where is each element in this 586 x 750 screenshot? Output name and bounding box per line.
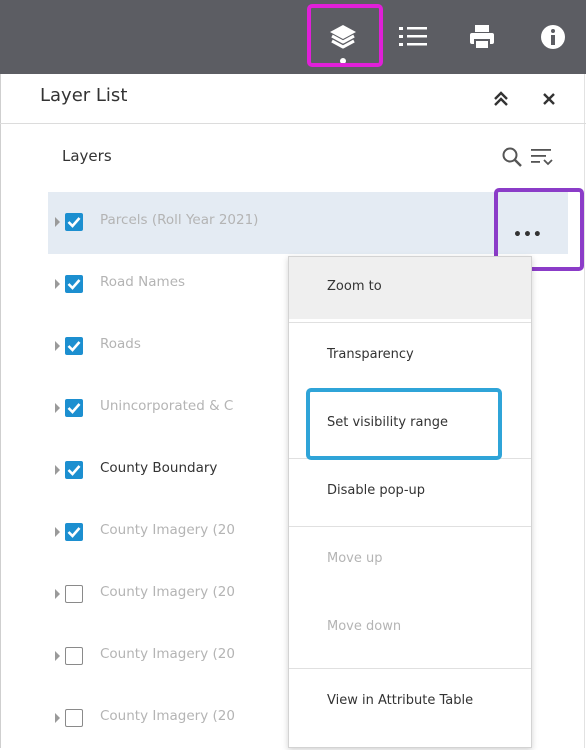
checkmark-icon (67, 279, 81, 290)
expand-arrow-icon[interactable] (55, 589, 60, 599)
layer-visibility-checkbox[interactable] (65, 461, 83, 479)
layer-name: Unincorporated & C (100, 398, 234, 414)
menu-item-transparency[interactable]: Transparency (289, 325, 531, 387)
info-icon (541, 25, 565, 49)
layers-button-highlight (307, 4, 383, 67)
layer-visibility-checkbox[interactable] (65, 647, 83, 665)
menu-item-label: Disable pop-up (327, 483, 425, 498)
panel-header: Layer List (0, 74, 586, 124)
layers-heading: Layers (62, 147, 112, 165)
layer-name: Road Names (100, 274, 186, 290)
layer-visibility-checkbox[interactable] (65, 585, 83, 603)
expand-arrow-icon[interactable] (55, 713, 60, 723)
visibility-range-highlight (306, 388, 502, 460)
layer-visibility-checkbox[interactable] (65, 523, 83, 541)
expand-arrow-icon[interactable] (55, 279, 60, 289)
filter-icon (531, 149, 553, 166)
menu-item-move-down: Move down (289, 597, 531, 659)
double-chevron-up-icon (494, 91, 508, 106)
menu-item-label: Move down (327, 619, 402, 634)
panel-right-border (584, 74, 585, 748)
layer-name: County Boundary (100, 460, 218, 476)
list-icon (399, 27, 427, 46)
search-icon (502, 147, 522, 167)
checkmark-icon (67, 341, 81, 352)
layer-row[interactable]: Parcels (Roll Year 2021) (48, 192, 568, 254)
search-layers-button[interactable] (501, 146, 523, 172)
expand-arrow-icon[interactable] (55, 651, 60, 661)
menu-separator (289, 322, 531, 323)
menu-item-label: Move up (327, 551, 383, 566)
layer-name: County Imagery (20 (100, 708, 235, 724)
checkmark-icon (67, 465, 81, 476)
layer-visibility-checkbox[interactable] (65, 337, 83, 355)
menu-item-label: Zoom to (327, 279, 382, 294)
print-icon (470, 25, 494, 50)
layer-name: County Imagery (20 (100, 646, 235, 662)
expand-arrow-icon[interactable] (55, 465, 60, 475)
layer-name: Parcels (Roll Year 2021) (100, 212, 259, 228)
checkmark-icon (67, 217, 81, 228)
close-panel-button[interactable] (536, 86, 562, 112)
expand-arrow-icon[interactable] (55, 527, 60, 537)
menu-item-move-up: Move up (289, 529, 531, 591)
menu-item-disable-pop-up[interactable]: Disable pop-up (289, 461, 531, 523)
menu-item-zoom-to[interactable]: Zoom to (289, 257, 531, 319)
menu-item-label: View in Attribute Table (327, 693, 474, 708)
menu-separator (289, 668, 531, 669)
layer-name: Roads (100, 336, 141, 352)
layer-visibility-checkbox[interactable] (65, 709, 83, 727)
layer-name: County Imagery (20 (100, 522, 235, 538)
print-button[interactable] (452, 0, 512, 74)
menu-item-view-in-attribute-table[interactable]: View in Attribute Table (289, 671, 531, 733)
layer-visibility-checkbox[interactable] (65, 213, 83, 231)
layer-visibility-checkbox[interactable] (65, 399, 83, 417)
menu-item-label: Transparency (327, 347, 414, 362)
layer-context-menu: Zoom to Transparency Set visibility range D… (288, 256, 532, 748)
menu-separator (289, 526, 531, 527)
panel-title: Layer List (40, 85, 128, 106)
legend-button[interactable] (383, 0, 443, 74)
filter-layers-button[interactable] (530, 146, 554, 172)
about-button[interactable] (523, 0, 583, 74)
expand-arrow-icon[interactable] (55, 403, 60, 413)
expand-arrow-icon[interactable] (55, 217, 60, 227)
panel-left-border (0, 74, 1, 748)
checkmark-icon (67, 527, 81, 538)
checkmark-icon (67, 403, 81, 414)
collapse-panel-button[interactable] (488, 86, 514, 112)
layer-visibility-checkbox[interactable] (65, 275, 83, 293)
layer-name: County Imagery (20 (100, 584, 235, 600)
widget-toolbar (0, 0, 586, 74)
close-icon (543, 93, 555, 105)
expand-arrow-icon[interactable] (55, 341, 60, 351)
